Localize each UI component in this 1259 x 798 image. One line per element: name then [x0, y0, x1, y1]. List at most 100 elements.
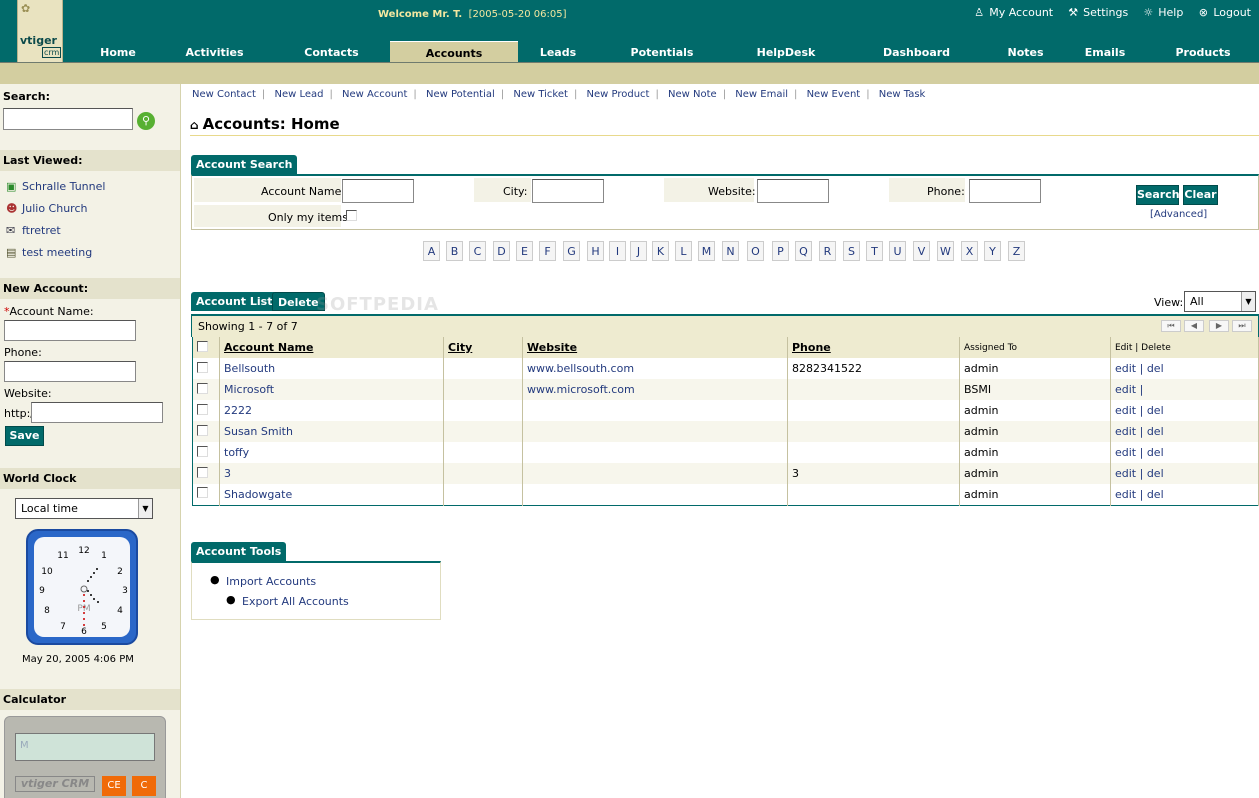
prev-page-icon[interactable]: ◀ — [1184, 320, 1204, 332]
vtiger-logo[interactable]: ✿ vtiger crm — [17, 0, 63, 62]
tab-accounts[interactable]: Accounts — [390, 41, 518, 62]
account-website-link[interactable] — [522, 463, 788, 484]
logout-link[interactable]: ⊗ Logout — [1196, 6, 1251, 19]
letter-filter-w[interactable]: W — [937, 241, 954, 261]
help-link[interactable]: ☼ Help — [1141, 6, 1183, 19]
letter-filter-i[interactable]: I — [609, 241, 626, 261]
search-city-input[interactable] — [532, 179, 604, 203]
letter-filter-m[interactable]: M — [698, 241, 715, 261]
first-page-icon[interactable]: ⏮ — [1161, 320, 1181, 332]
account-name-link[interactable]: 3 — [219, 463, 444, 484]
tab-notes[interactable]: Notes — [983, 41, 1068, 62]
letter-filter-v[interactable]: V — [913, 241, 930, 261]
search-account-name-input[interactable] — [342, 179, 414, 203]
new-ticket-link[interactable]: New Ticket — [513, 89, 568, 100]
account-name-link[interactable]: toffy — [219, 442, 444, 463]
account-search-tab[interactable]: Account Search — [191, 155, 298, 174]
account-name-link[interactable]: Shadowgate — [219, 484, 444, 505]
new-potential-link[interactable]: New Potential — [426, 89, 495, 100]
search-icon[interactable]: ⚲ — [137, 112, 155, 130]
edit-delete-links[interactable]: edit | del — [1110, 358, 1259, 379]
account-name-link[interactable]: 2222 — [219, 400, 444, 421]
edit-delete-links[interactable]: edit | del — [1110, 442, 1259, 463]
tab-home[interactable]: Home — [68, 41, 168, 62]
search-input[interactable] — [3, 108, 133, 130]
new-lead-link[interactable]: New Lead — [274, 89, 323, 100]
view-select[interactable]: All ▼ — [1184, 291, 1256, 312]
row-checkbox[interactable] — [197, 424, 208, 436]
my-account-link[interactable]: ♙ My Account — [972, 6, 1053, 19]
letter-filter-k[interactable]: K — [652, 241, 669, 261]
account-website-link[interactable] — [522, 442, 788, 463]
tab-dashboard[interactable]: Dashboard — [864, 41, 969, 62]
account-website-link[interactable]: www.bellsouth.com — [522, 358, 788, 379]
letter-filter-t[interactable]: T — [866, 241, 883, 261]
account-tools-tab[interactable]: Account Tools — [191, 542, 287, 561]
letter-filter-z[interactable]: Z — [1008, 241, 1025, 261]
letter-filter-g[interactable]: G — [563, 241, 580, 261]
tab-potentials[interactable]: Potentials — [612, 41, 712, 62]
calculator-ce-button[interactable]: CE — [102, 776, 126, 796]
row-checkbox[interactable] — [197, 361, 208, 373]
letter-filter-q[interactable]: Q — [795, 241, 812, 261]
letter-filter-n[interactable]: N — [722, 241, 739, 261]
search-website-input[interactable] — [757, 179, 829, 203]
edit-delete-links[interactable]: edit | del — [1110, 400, 1259, 421]
tab-emails[interactable]: Emails — [1071, 41, 1139, 62]
edit-delete-links[interactable]: edit | del — [1110, 421, 1259, 442]
new-account-website-input[interactable] — [31, 402, 163, 423]
column-header-website[interactable]: Website — [522, 337, 788, 358]
letter-filter-j[interactable]: J — [630, 241, 647, 261]
last-viewed-item[interactable]: ✉ ftretret — [6, 220, 105, 242]
row-checkbox[interactable] — [197, 466, 208, 478]
row-checkbox[interactable] — [197, 403, 208, 415]
import-accounts-item[interactable]: ● Import Accounts — [210, 573, 316, 588]
letter-filter-f[interactable]: F — [539, 241, 556, 261]
edit-delete-links[interactable]: edit | del — [1110, 463, 1259, 484]
timezone-select[interactable]: Local time ▼ — [15, 498, 153, 519]
letter-filter-r[interactable]: R — [819, 241, 836, 261]
account-name-link[interactable]: Bellsouth — [219, 358, 444, 379]
letter-filter-o[interactable]: O — [747, 241, 764, 261]
new-account-name-input[interactable] — [4, 320, 136, 341]
import-accounts-link[interactable]: Import Accounts — [226, 575, 316, 588]
save-button[interactable]: Save — [5, 426, 44, 446]
search-phone-input[interactable] — [969, 179, 1041, 203]
letter-filter-s[interactable]: S — [843, 241, 860, 261]
row-checkbox[interactable] — [197, 382, 208, 394]
export-accounts-item[interactable]: ● Export All Accounts — [226, 593, 349, 608]
clear-button[interactable]: Clear — [1183, 185, 1218, 205]
account-website-link[interactable]: www.microsoft.com — [522, 379, 788, 400]
only-my-items-checkbox[interactable] — [346, 210, 357, 221]
search-button[interactable]: Search — [1136, 185, 1180, 205]
export-accounts-link[interactable]: Export All Accounts — [242, 595, 349, 608]
new-event-link[interactable]: New Event — [807, 89, 861, 100]
column-header-account-name[interactable]: Account Name — [219, 337, 444, 358]
column-header-phone[interactable]: Phone — [787, 337, 960, 358]
tab-helpdesk[interactable]: HelpDesk — [736, 41, 836, 62]
letter-filter-c[interactable]: C — [469, 241, 486, 261]
last-viewed-item[interactable]: ▤ test meeting — [6, 242, 105, 264]
tab-products[interactable]: Products — [1153, 41, 1253, 62]
letter-filter-x[interactable]: X — [961, 241, 978, 261]
letter-filter-e[interactable]: E — [516, 241, 533, 261]
letter-filter-d[interactable]: D — [493, 241, 510, 261]
new-product-link[interactable]: New Product — [587, 89, 650, 100]
row-checkbox[interactable] — [197, 445, 208, 457]
next-page-icon[interactable]: ▶ — [1209, 320, 1229, 332]
tab-contacts[interactable]: Contacts — [284, 41, 379, 62]
account-list-tab[interactable]: Account List — [191, 292, 278, 311]
last-viewed-item[interactable]: ☻ Julio Church — [6, 198, 105, 220]
new-account-phone-input[interactable] — [4, 361, 136, 382]
account-website-link[interactable] — [522, 421, 788, 442]
settings-link[interactable]: ⚒ Settings — [1066, 6, 1128, 19]
letter-filter-h[interactable]: H — [587, 241, 604, 261]
row-checkbox[interactable] — [197, 487, 208, 499]
tab-activities[interactable]: Activities — [168, 41, 261, 62]
calculator-c-button[interactable]: C — [132, 776, 156, 796]
select-all-checkbox[interactable] — [197, 340, 208, 352]
new-task-link[interactable]: New Task — [879, 89, 926, 100]
account-website-link[interactable] — [522, 400, 788, 421]
new-contact-link[interactable]: New Contact — [192, 89, 256, 100]
letter-filter-y[interactable]: Y — [984, 241, 1001, 261]
